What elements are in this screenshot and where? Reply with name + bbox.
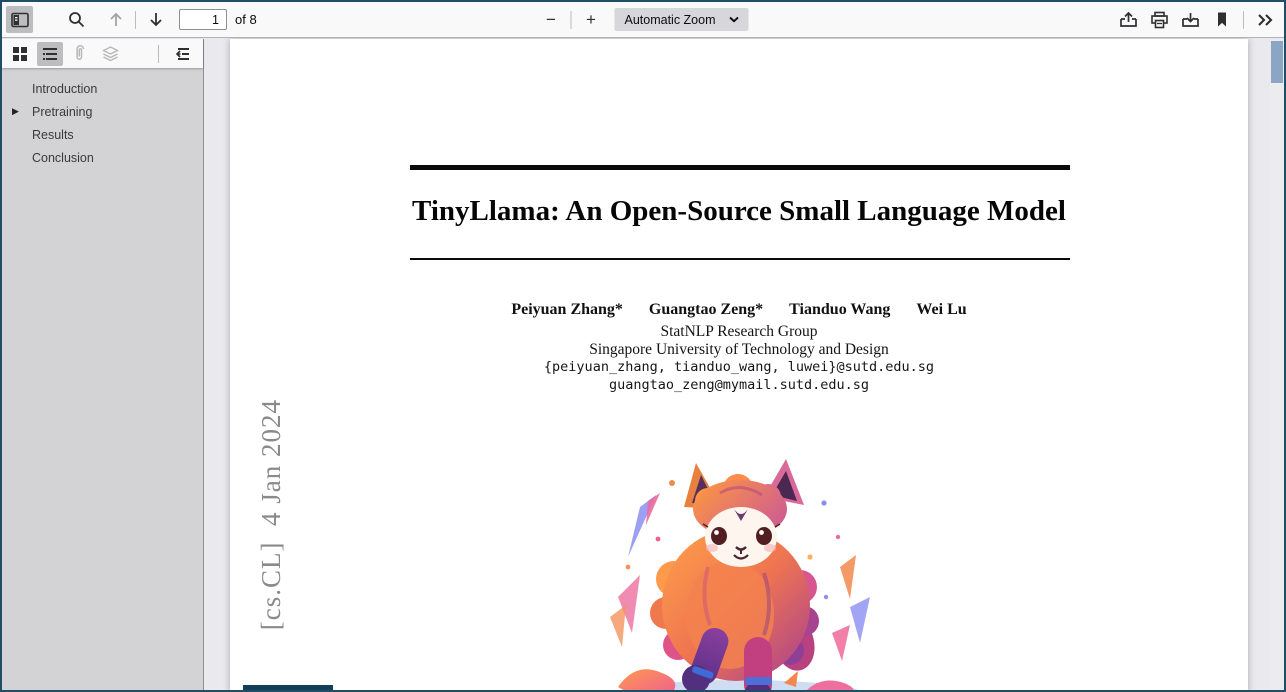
authors-line: Peiyuan Zhang* Guangtao Zeng* Tianduo Wang… <box>230 301 1248 319</box>
current-outline-item-button[interactable] <box>169 42 195 66</box>
outline-item-label: Results <box>32 127 74 142</box>
main-toolbar: of 8 − + Automatic Zoom <box>2 2 1284 38</box>
outline-item-label: Conclusion <box>32 150 94 165</box>
zoom-in-button[interactable]: + <box>578 6 605 33</box>
affiliation-university: Singapore University of Technology and D… <box>589 341 889 358</box>
title-rule-top <box>410 165 1070 170</box>
print-button[interactable] <box>1146 6 1173 33</box>
bookmark-icon <box>1215 11 1229 28</box>
toggle-sidebar-button[interactable] <box>6 6 33 33</box>
attachments-view-button[interactable] <box>67 42 93 66</box>
layers-icon <box>101 45 119 62</box>
viewer-area: TinyLlama: An Open-Source Small Language… <box>205 39 1284 690</box>
current-view-button[interactable] <box>1208 6 1235 33</box>
double-chevron-icon <box>1257 13 1274 27</box>
document-outline: Introduction ▶ Pretraining Results Concl… <box>2 68 203 169</box>
outline-icon <box>42 46 58 62</box>
arrow-down-icon <box>148 11 164 28</box>
next-page-button[interactable] <box>142 6 169 33</box>
sidebar-toggle-icon <box>10 12 29 28</box>
pdf-page-1: TinyLlama: An Open-Source Small Language… <box>230 39 1248 690</box>
toolbar-center-group: − + Automatic Zoom <box>538 2 749 37</box>
save-download-icon <box>1181 11 1200 29</box>
author-name: Peiyuan Zhang* <box>511 301 623 318</box>
outline-item-label: Introduction <box>32 81 98 96</box>
zoom-level-value: Automatic Zoom <box>624 12 716 27</box>
email-line-1: {peiyuan_zhang, tianduo_wang, luwei}@sut… <box>543 359 935 375</box>
previous-page-button[interactable] <box>102 6 129 33</box>
tools-menu-button[interactable] <box>1252 6 1279 33</box>
chevron-down-icon <box>729 16 740 23</box>
bottom-edge-artifact <box>243 685 333 690</box>
plus-icon: + <box>586 9 596 29</box>
open-file-icon <box>1119 11 1138 29</box>
expand-toggler-icon[interactable]: ▶ <box>12 106 19 117</box>
print-icon <box>1150 11 1169 29</box>
affiliation-group: StatNLP Research Group <box>660 323 818 340</box>
toolbar-right-group <box>1115 6 1279 33</box>
outline-item-introduction[interactable]: Introduction <box>2 77 203 100</box>
current-outline-item-icon <box>174 46 190 62</box>
page-count-label: of 8 <box>235 12 257 27</box>
find-button[interactable] <box>63 6 90 33</box>
arxiv-margin-text: [cs.CL] 4 Jan 2024 <box>256 399 286 631</box>
author-name: Guangtao Zeng* <box>648 301 764 318</box>
layers-view-button[interactable] <box>97 42 123 66</box>
title-rule-bottom <box>410 258 1070 260</box>
outline-view-button[interactable] <box>37 41 63 66</box>
open-file-button[interactable] <box>1115 6 1142 33</box>
outline-item-results[interactable]: Results <box>2 123 203 146</box>
vertical-scrollbar-thumb[interactable] <box>1271 41 1283 83</box>
toolbar-left-group: of 8 <box>2 6 257 33</box>
zoom-level-select[interactable]: Automatic Zoom <box>614 8 749 31</box>
zoom-out-button[interactable]: − <box>538 6 565 33</box>
minus-icon: − <box>546 9 556 29</box>
save-button[interactable] <box>1177 6 1204 33</box>
search-icon <box>68 11 85 28</box>
thumbnails-view-button[interactable] <box>7 42 33 66</box>
outline-item-conclusion[interactable]: Conclusion <box>2 146 203 169</box>
outline-item-pretraining[interactable]: ▶ Pretraining <box>2 100 203 123</box>
thumbnails-icon <box>12 46 28 62</box>
sidebar: Introduction ▶ Pretraining Results Concl… <box>2 39 204 690</box>
llama-illustration <box>588 447 888 690</box>
email-line-2: guangtao_zeng@mymail.sutd.edu.sg <box>608 377 870 393</box>
sidebar-toolbar <box>2 39 203 68</box>
vertical-scrollbar[interactable] <box>1270 39 1284 690</box>
pdf-viewer-window: of 8 − + Automatic Zoom <box>0 0 1286 692</box>
arrow-up-icon <box>108 11 124 28</box>
paper-title: TinyLlama: An Open-Source Small Language… <box>412 195 1066 227</box>
author-name: Wei Lu <box>916 301 967 318</box>
page-number-input[interactable] <box>179 9 227 30</box>
outline-item-label: Pretraining <box>32 104 93 119</box>
author-name: Tianduo Wang <box>789 301 891 318</box>
paperclip-icon <box>72 45 88 62</box>
